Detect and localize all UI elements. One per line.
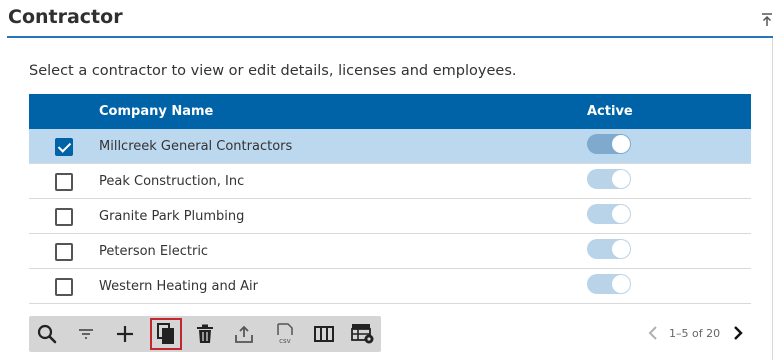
previous-page-icon[interactable] xyxy=(647,325,659,341)
column-header-active[interactable]: Active xyxy=(587,104,633,119)
company-name-cell: Peak Construction, Inc xyxy=(99,174,245,189)
toggle-knob xyxy=(612,205,630,223)
row-checkbox[interactable] xyxy=(55,243,73,261)
pagination-range: 1–5 of 20 xyxy=(669,327,721,340)
company-name-cell: Millcreek General Contractors xyxy=(99,139,293,154)
table-row[interactable]: Peterson Electric xyxy=(29,234,751,269)
title-divider xyxy=(7,36,773,38)
row-checkbox[interactable] xyxy=(55,208,73,226)
filter-icon[interactable] xyxy=(72,320,100,348)
table-header: Company Name Active xyxy=(29,94,751,129)
instructions-text: Select a contractor to view or edit deta… xyxy=(29,63,517,79)
svg-text:csv: csv xyxy=(279,337,291,345)
active-toggle[interactable] xyxy=(587,169,631,189)
toggle-knob xyxy=(612,135,630,153)
row-checkbox[interactable] xyxy=(55,173,73,191)
next-page-icon[interactable] xyxy=(732,325,744,341)
toggle-knob xyxy=(612,275,630,293)
upload-icon[interactable] xyxy=(230,320,258,348)
active-toggle[interactable] xyxy=(587,274,631,294)
toggle-knob xyxy=(612,240,630,258)
toggle-knob xyxy=(612,170,630,188)
collapse-icon[interactable] xyxy=(760,12,774,28)
row-checkbox[interactable] xyxy=(55,278,73,296)
contractor-panel: Contractor Select a contractor to view o… xyxy=(7,0,773,360)
table-row[interactable]: Millcreek General Contractors xyxy=(29,129,751,164)
table-row[interactable]: Peak Construction, Inc xyxy=(29,164,751,199)
page-title: Contractor xyxy=(8,6,123,28)
active-toggle[interactable] xyxy=(587,134,631,154)
add-icon[interactable] xyxy=(111,320,139,348)
table-row[interactable]: Granite Park Plumbing xyxy=(29,199,751,234)
active-toggle[interactable] xyxy=(587,204,631,224)
csv-export-icon[interactable]: csv xyxy=(271,320,299,348)
contractor-table: Company Name Active Millcreek General Co… xyxy=(29,94,751,304)
company-name-cell: Granite Park Plumbing xyxy=(99,209,245,224)
active-toggle[interactable] xyxy=(587,239,631,259)
delete-icon[interactable] xyxy=(191,320,219,348)
columns-icon[interactable] xyxy=(310,320,338,348)
search-icon[interactable] xyxy=(33,320,61,348)
panel-border xyxy=(772,38,773,360)
column-header-company-name[interactable]: Company Name xyxy=(99,104,213,119)
row-checkbox[interactable] xyxy=(55,138,73,156)
company-name-cell: Peterson Electric xyxy=(99,244,209,259)
table-settings-icon[interactable] xyxy=(349,320,377,348)
table-toolbar: csv xyxy=(29,316,381,352)
copy-icon[interactable] xyxy=(150,318,182,350)
company-name-cell: Western Heating and Air xyxy=(99,279,258,294)
table-row[interactable]: Western Heating and Air xyxy=(29,269,751,304)
